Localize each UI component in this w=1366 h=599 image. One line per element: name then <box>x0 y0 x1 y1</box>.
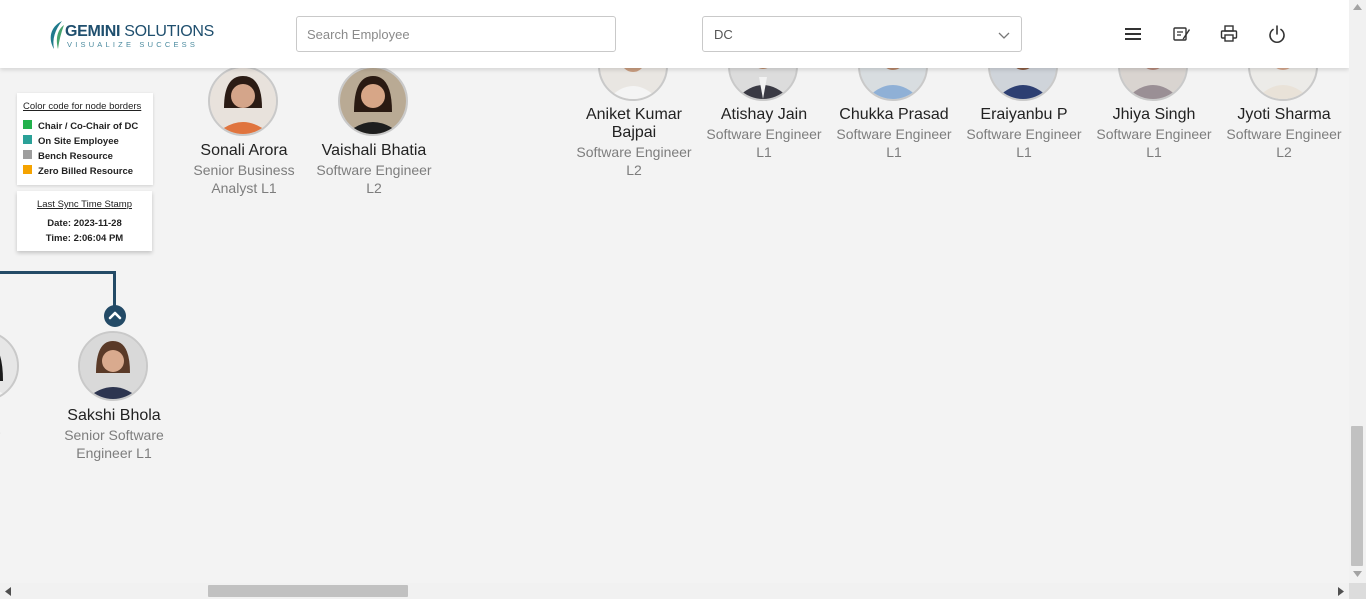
legend-swatch <box>23 150 32 159</box>
employee-node[interactable]: Jhiya Singh Software Engineer L1 <box>1089 106 1219 161</box>
logo-tagline: VISUALIZE SUCCESS <box>67 40 199 49</box>
department-select-value: DC <box>714 27 733 42</box>
employee-node[interactable]: Jyoti Sharma Software Engineer L2 <box>1219 106 1349 161</box>
employee-node[interactable]: Sonali Arora Senior Business Analyst L1 <box>179 142 309 197</box>
avatar <box>78 331 148 401</box>
scroll-up-icon[interactable] <box>1353 4 1362 10</box>
legend-swatch <box>23 165 32 174</box>
employee-role: Software Engineer L2 <box>1226 126 1342 160</box>
legend-swatch <box>23 120 32 129</box>
employee-name: Aniket Kumar Bajpai <box>585 106 683 141</box>
top-header: GEMINI SOLUTIONS VISUALIZE SUCCESS DC <box>0 0 1349 68</box>
avatar <box>0 331 19 401</box>
employee-node[interactable]: Vaishali Bhatia Software Engineer L2 <box>309 142 439 197</box>
employee-name: Jyoti Sharma <box>1237 106 1331 123</box>
color-legend: Color code for node borders Chair / Co-C… <box>17 93 153 185</box>
avatar <box>208 66 278 136</box>
collapse-node-button[interactable] <box>104 305 126 327</box>
employee-node[interactable]: arma ngineer <box>0 407 42 444</box>
employee-node[interactable]: Atishay Jain Software Engineer L1 <box>699 106 829 161</box>
sync-timestamp-panel: Last Sync Time Stamp Date: 2023-11-28 Ti… <box>17 191 152 251</box>
vertical-scroll-thumb[interactable] <box>1351 426 1363 566</box>
scroll-down-icon[interactable] <box>1353 571 1362 577</box>
leaf-logo-icon <box>50 21 64 49</box>
notes-icon[interactable] <box>1171 24 1191 44</box>
legend-title: Color code for node borders <box>23 101 142 112</box>
horizontal-scrollbar[interactable] <box>0 583 1349 599</box>
employee-node[interactable]: Eraiyanbu P Software Engineer L1 <box>959 106 1089 161</box>
employee-name: Jhiya Singh <box>1112 106 1196 123</box>
employee-node[interactable]: Chukka Prasad Software Engineer L1 <box>829 106 959 161</box>
employee-name: Atishay Jain <box>720 106 808 123</box>
employee-name: arma <box>0 407 42 425</box>
employee-role: Senior Business Analyst L1 <box>193 162 295 196</box>
employee-role: Software Engineer L2 <box>576 144 692 178</box>
vertical-scrollbar[interactable] <box>1349 0 1366 583</box>
scroll-left-icon[interactable] <box>5 587 11 596</box>
employee-name: Chukka Prasad <box>839 106 949 123</box>
employee-node[interactable]: Aniket Kumar Bajpai Software Engineer L2 <box>569 106 699 179</box>
chevron-up-icon <box>108 311 122 320</box>
print-icon[interactable] <box>1219 24 1239 44</box>
menu-icon[interactable] <box>1123 24 1143 44</box>
employee-role: Software Engineer L1 <box>706 126 822 160</box>
sync-title: Last Sync Time Stamp <box>36 199 133 210</box>
employee-role: Software Engineer L1 <box>966 126 1082 160</box>
connector-line <box>0 271 116 274</box>
employee-role: ngineer <box>0 426 42 444</box>
employee-node[interactable]: Sakshi Bhola Senior Software Engineer L1 <box>49 407 179 462</box>
horizontal-scroll-thumb[interactable] <box>208 585 408 597</box>
power-icon[interactable] <box>1267 24 1287 44</box>
employee-role: Software Engineer L1 <box>1096 126 1212 160</box>
employee-role: Software Engineer L1 <box>836 126 952 160</box>
scrollbar-corner <box>1349 583 1366 599</box>
employee-name: Sakshi Bhola <box>67 407 161 424</box>
connector-line <box>113 271 116 307</box>
employee-role: Senior Software Engineer L1 <box>64 427 164 461</box>
avatar <box>338 66 408 136</box>
employee-name: Vaishali Bhatia <box>321 142 427 159</box>
sync-date: Date: 2023-11-28 <box>47 218 122 229</box>
search-employee-input[interactable] <box>296 16 616 52</box>
legend-swatch <box>23 135 32 144</box>
company-logo[interactable]: GEMINI SOLUTIONS VISUALIZE SUCCESS <box>46 17 216 51</box>
employee-name: Eraiyanbu P <box>980 106 1068 123</box>
chevron-down-icon <box>998 32 1010 39</box>
employee-name: Sonali Arora <box>200 142 288 159</box>
sync-time: Time: 2:06:04 PM <box>45 233 124 244</box>
department-select[interactable]: DC <box>702 16 1022 52</box>
employee-role: Software Engineer L2 <box>316 162 432 196</box>
logo-text: GEMINI SOLUTIONS <box>65 23 215 40</box>
scroll-right-icon[interactable] <box>1338 587 1344 596</box>
